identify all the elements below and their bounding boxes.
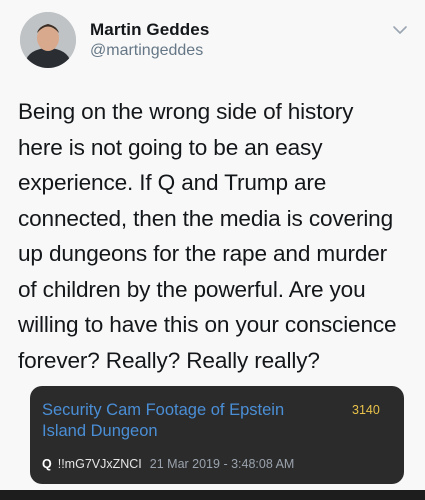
link-card[interactable]: Security Cam Footage of Epstein Island D… bbox=[30, 386, 404, 484]
q-badge: Q bbox=[42, 457, 52, 471]
card-title-line1: Security Cam Footage of Epstein bbox=[42, 401, 285, 419]
card-user: !!mG7VJxZNCI bbox=[57, 457, 142, 471]
tweet-text: Being on the wrong side of history here … bbox=[18, 99, 397, 373]
card-count: 3140 bbox=[352, 403, 380, 417]
card-date: 21 Mar 2019 - 3:48:08 AM bbox=[149, 457, 295, 471]
tweet-container: Martin Geddes @martingeddes Being on the… bbox=[0, 0, 425, 500]
card-meta: Q !!mG7VJxZNCI 21 Mar 2019 - 3:48:08 AM bbox=[42, 457, 294, 471]
avatar[interactable] bbox=[20, 12, 76, 68]
chevron-down-icon[interactable] bbox=[390, 20, 410, 40]
author-handle[interactable]: @martingeddes bbox=[90, 42, 203, 60]
card-title-line2: Island Dungeon bbox=[42, 422, 158, 440]
card-title: Security Cam Footage of Epstein Island D… bbox=[42, 400, 332, 442]
bottom-bar bbox=[0, 490, 425, 500]
avatar-image bbox=[20, 12, 76, 68]
author-name[interactable]: Martin Geddes bbox=[90, 20, 209, 40]
